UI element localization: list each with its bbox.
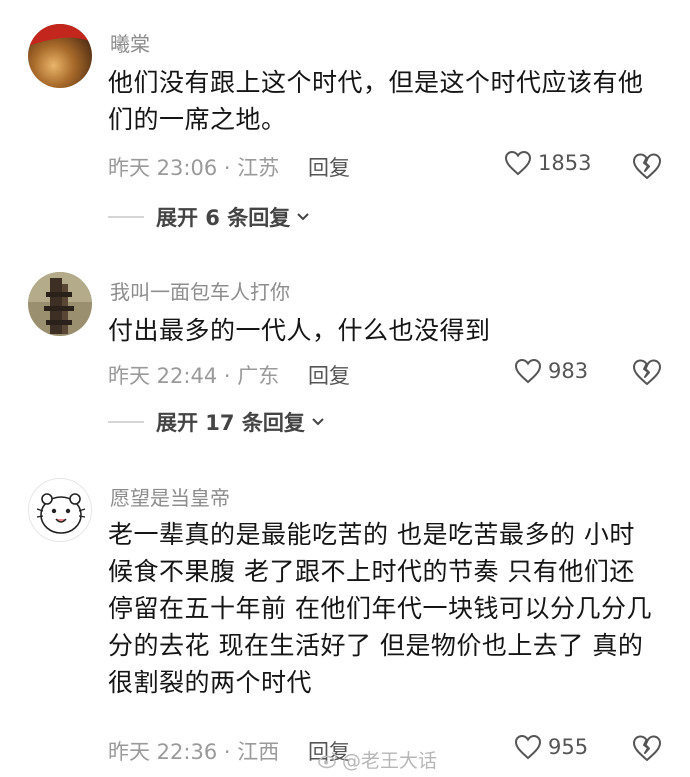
broken-heart-icon[interactable] [632, 152, 662, 180]
expand-replies-label: 展开 17 条回复 [156, 411, 305, 435]
like-count: 1853 [538, 151, 592, 175]
heart-outline-icon [514, 358, 542, 384]
expand-replies-button[interactable]: 展开 6 条回复 [108, 202, 310, 232]
like-button[interactable]: 955 [514, 734, 588, 760]
avatar[interactable] [28, 24, 92, 88]
reply-button[interactable]: 回复 [308, 360, 350, 390]
like-count: 955 [548, 735, 589, 759]
weibo-logo-icon [318, 751, 337, 768]
comment-meta: 昨天 22:36 · 江西 [108, 740, 280, 764]
username[interactable]: 愿望是当皇帝 [110, 482, 230, 511]
like-button[interactable]: 983 [514, 358, 588, 384]
reply-button[interactable]: 回复 [308, 152, 350, 182]
comment-text-line: 很割裂的两个时代 [108, 668, 313, 697]
comment-text-line: 他们没有跟上这个时代，但是这个时代应该有他 [108, 68, 644, 97]
heart-outline-icon [504, 150, 532, 176]
broken-heart-icon[interactable] [632, 358, 662, 386]
avatar[interactable] [28, 272, 92, 336]
comment-meta: 昨天 23:06 · 江苏 [108, 156, 280, 180]
like-button[interactable]: 1853 [504, 150, 591, 176]
comment-text-line: 老一辈真的是最能吃苦的 也是吃苦最多的 小时 [108, 520, 635, 549]
comment-text-line: 分的去花 现在生活好了 但是物价也上去了 真的 [108, 631, 644, 660]
chevron-down-icon [312, 418, 324, 426]
avatar[interactable] [28, 478, 92, 542]
username[interactable]: 我叫一面包车人打你 [110, 276, 290, 305]
comment-text: 老一辈真的是最能吃苦的 也是吃苦最多的 小时 候食不果腹 老了跟不上时代的节奏 … [108, 516, 668, 701]
chevron-down-icon [297, 213, 309, 221]
username[interactable]: 曦棠 [110, 28, 150, 57]
watermark-text: @老王大话 [342, 750, 438, 772]
watermark: @老王大话 [318, 746, 437, 773]
expand-replies-label: 展开 6 条回复 [156, 206, 291, 230]
heart-outline-icon [514, 734, 542, 760]
expand-replies-button[interactable]: 展开 17 条回复 [108, 407, 325, 437]
comment-text-line: 停留在五十年前 在他们年代一块钱可以分几分几 [108, 594, 652, 623]
comment-text-line: 候食不果腹 老了跟不上时代的节奏 只有他们还 [108, 557, 635, 586]
comment-text-line: 付出最多的一代人，什么也没得到 [108, 316, 491, 345]
comment-meta: 昨天 22:44 · 广东 [108, 364, 280, 388]
divider [108, 216, 144, 218]
like-count: 983 [548, 359, 589, 383]
comment-text: 付出最多的一代人，什么也没得到 [108, 312, 668, 349]
comment-text: 他们没有跟上这个时代，但是这个时代应该有他 们的一席之地。 [108, 64, 668, 138]
broken-heart-icon[interactable] [632, 734, 662, 762]
comment-text-line: 们的一席之地。 [108, 105, 287, 134]
divider [108, 421, 144, 423]
